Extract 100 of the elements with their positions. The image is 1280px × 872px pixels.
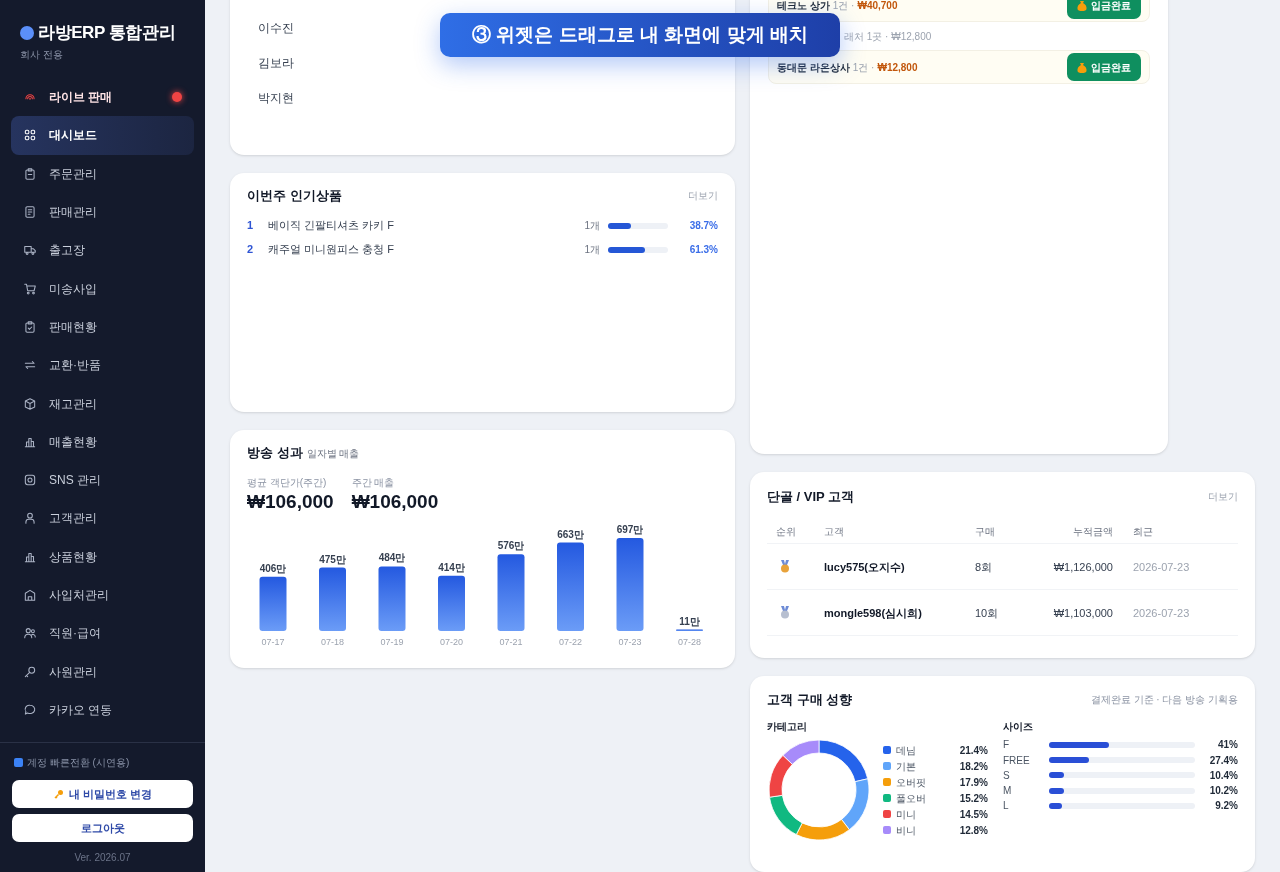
size-label: FREE xyxy=(1003,753,1031,768)
sidebar-item[interactable]: 주문관리 xyxy=(11,154,194,193)
sidebar-item[interactable]: 카카오 연동 xyxy=(11,690,194,730)
table-cell-text: ₩1,103,000 xyxy=(1052,605,1113,621)
money-bag-icon xyxy=(1077,0,1087,11)
cart-icon xyxy=(23,281,37,296)
sidebar-item[interactable]: 출고장 xyxy=(11,231,194,270)
sidebar-item[interactable]: 미송사입 xyxy=(11,269,194,308)
size-percent: 27.4% xyxy=(1208,753,1238,768)
chat-icon xyxy=(23,702,37,717)
people-icon xyxy=(23,626,37,641)
summary-text: 래처 1곳 · ₩12,800 xyxy=(844,29,932,44)
staff-name: 김보라 xyxy=(258,56,294,70)
order-count: 1건 · xyxy=(832,0,855,13)
sidebar-item[interactable]: 라이브 판매 xyxy=(11,78,194,117)
amount-value: ₩12,800 xyxy=(877,60,918,75)
table-cell-text: 2026-07-23 xyxy=(1132,605,1191,621)
account-switch-link[interactable]: 계정 빠른전환 (시연용) xyxy=(27,755,130,770)
paid-button[interactable]: 입금완료 xyxy=(1067,0,1141,19)
person-icon xyxy=(23,511,37,526)
building-icon xyxy=(23,588,37,602)
axis-label: 07-22 xyxy=(559,637,582,648)
size-percent: 9.2% xyxy=(1214,799,1238,814)
table-cell-text: 2026-07-23 xyxy=(1132,559,1191,575)
size-label: F xyxy=(1003,738,1011,753)
sidebar-item[interactable]: 사입처관리 xyxy=(11,575,194,615)
column-header: 고객 xyxy=(824,525,845,540)
sidebar-item[interactable]: 매출현황 xyxy=(11,422,194,461)
bar-value-label: 663만 xyxy=(557,528,584,540)
sidebar-item[interactable]: 교환·반품 xyxy=(11,346,194,385)
camera-icon xyxy=(23,473,37,488)
stat-value: ₩106,000 xyxy=(247,489,334,514)
rank-number: 2 xyxy=(247,242,255,258)
column-header: 최근 xyxy=(1132,525,1154,540)
app-subtitle: 회사 전용 xyxy=(20,47,63,62)
section-label: 사이즈 xyxy=(1003,720,1034,735)
logo-icon xyxy=(20,25,34,40)
bar-value-label: 406만 xyxy=(259,563,287,575)
table-cell-text: 8회 xyxy=(975,559,994,575)
size-percent: 10.2% xyxy=(1208,784,1238,799)
amount-value: ₩40,700 xyxy=(857,0,898,13)
chart-bar xyxy=(438,576,465,632)
card-title: 고객 구매 성향 xyxy=(767,690,853,709)
sidebar-item[interactable]: 판매관리 xyxy=(11,192,194,232)
size-percent: 41% xyxy=(1217,738,1238,753)
axis-label: 07-19 xyxy=(380,637,404,648)
logout-button[interactable]: 로그아웃 xyxy=(12,814,193,842)
card-title: 방송 성과 xyxy=(247,444,303,462)
stat-label: 주간 매출 xyxy=(351,475,395,490)
change-password-button[interactable]: 내 비밀번호 변경 xyxy=(12,780,193,808)
sidebar-item[interactable]: 재고관리 xyxy=(11,384,194,423)
sidebar-item[interactable]: 사원관리 xyxy=(11,652,194,691)
table-cell-text: ₩1,126,000 xyxy=(1052,559,1113,575)
card-title: 이번주 인기상품 xyxy=(247,187,342,205)
customer-name: lucy575(오지수) xyxy=(824,559,906,575)
clipboard-icon xyxy=(23,166,37,181)
staff-name: 박지현 xyxy=(258,91,294,105)
chart-bar xyxy=(259,577,287,632)
axis-label: 07-17 xyxy=(261,637,285,648)
money-bag-icon xyxy=(1077,61,1087,73)
vendor-name: 동대문 라온상사 xyxy=(777,60,850,75)
legend-value: 15.2% xyxy=(959,791,988,806)
axis-label: 07-23 xyxy=(618,637,642,648)
truck-icon xyxy=(23,243,37,258)
bar-value-label: 484만 xyxy=(378,552,406,564)
sidebar-item[interactable]: 고객관리 xyxy=(11,499,194,538)
quantity: 1개 xyxy=(584,243,600,257)
vendor-name: 테크노 상가 xyxy=(777,0,830,13)
legend-value: 21.4% xyxy=(959,743,988,758)
size-label: L xyxy=(1003,799,1010,814)
bar-value-label: 414만 xyxy=(438,562,465,573)
sidebar-item[interactable]: SNS 관리 xyxy=(11,460,194,500)
staff-name: 이수진 xyxy=(258,21,294,35)
percent-value: 38.7% xyxy=(688,219,718,233)
axis-label: 07-18 xyxy=(321,637,344,648)
legend-label: 미니 xyxy=(896,807,917,822)
paid-button[interactable]: 입금완료 xyxy=(1067,53,1141,81)
bar-value-label: 475만 xyxy=(319,553,346,565)
axis-label: 07-28 xyxy=(678,637,701,648)
document-icon xyxy=(23,205,37,220)
app-title: 라방ERP 통합관리 xyxy=(38,22,176,44)
bar-value-label: 576만 xyxy=(497,540,525,552)
legend-value: 18.2% xyxy=(959,759,988,774)
axis-label: 07-21 xyxy=(499,637,523,648)
size-percent: 10.4% xyxy=(1208,768,1238,783)
product-name: 베이직 긴팔티셔츠 카키 F xyxy=(268,218,395,234)
grid-icon xyxy=(23,128,37,143)
product-name: 캐주얼 미니원피스 충청 F xyxy=(268,242,395,258)
stat-value: ₩106,000 xyxy=(351,489,439,514)
legend-label: 풀오버 xyxy=(896,791,927,806)
key-icon xyxy=(52,788,65,800)
version-label: Ver. 2026.07 xyxy=(74,851,131,865)
key-icon xyxy=(23,664,37,679)
order-count: 1건 · xyxy=(852,60,875,75)
percent-value: 61.3% xyxy=(688,243,718,257)
chart-bar xyxy=(378,566,406,632)
sidebar-item[interactable]: 판매현황 xyxy=(11,307,194,347)
sidebar-item[interactable]: 대시보드 xyxy=(11,116,194,155)
sidebar-item[interactable]: 직원·급여 xyxy=(11,614,194,653)
sidebar-item[interactable]: 상품현황 xyxy=(11,537,194,576)
